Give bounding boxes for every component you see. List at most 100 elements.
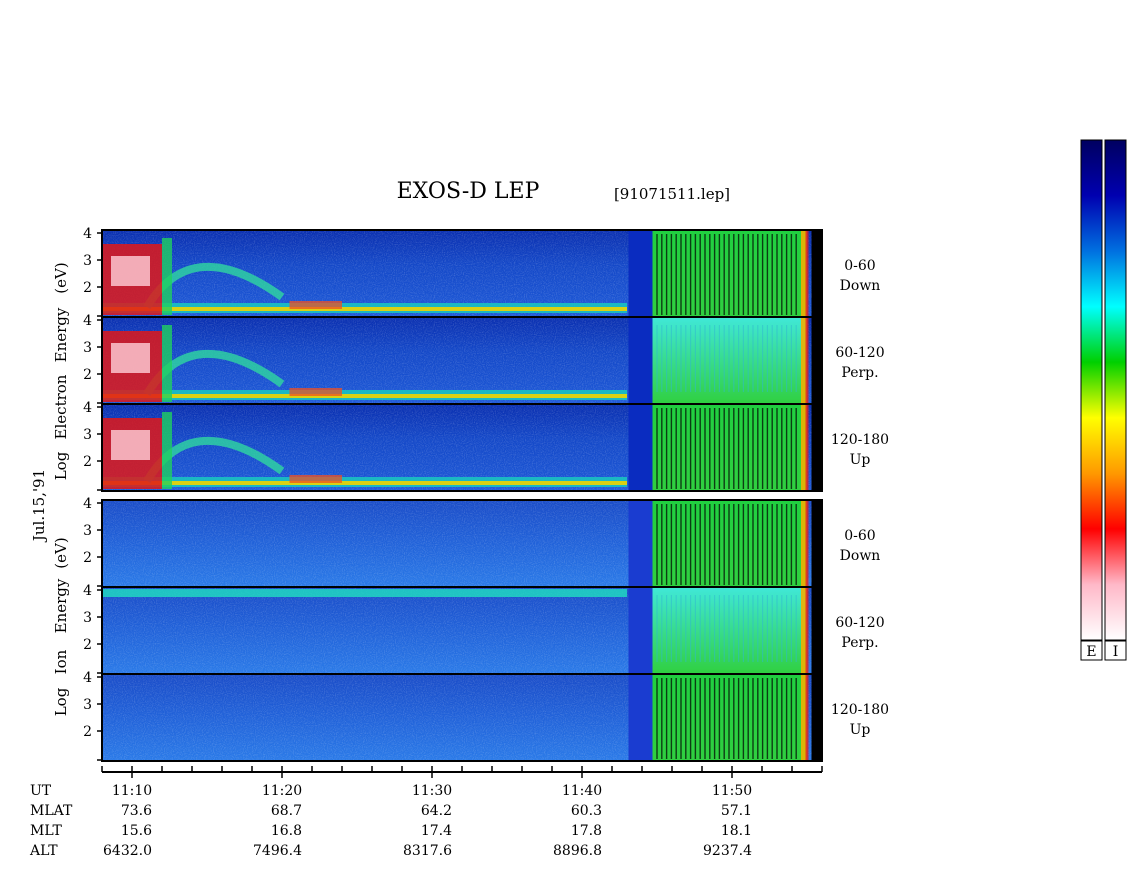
end-edge xyxy=(811,587,822,674)
chart-title: EXOS-D LEP xyxy=(397,179,540,204)
direction-label: Down xyxy=(840,548,881,564)
direction-label: Perp. xyxy=(841,635,878,651)
row-value-mlt: 16.8 xyxy=(271,823,302,839)
y-tick-label: 4 xyxy=(83,583,92,599)
burst-fringe xyxy=(162,238,172,315)
row-value-mlat: 57.1 xyxy=(721,803,752,819)
row-value-mlt: 15.6 xyxy=(121,823,152,839)
direction-label: Up xyxy=(850,452,871,468)
ion-label-log: Log xyxy=(52,687,70,716)
end-spike-core xyxy=(805,587,809,674)
direction-label: Down xyxy=(840,278,881,294)
row-value-mlat: 73.6 xyxy=(121,803,152,819)
electron-axis-label: Log Electron Energy (eV) xyxy=(52,262,70,480)
row-value-mlat: 64.2 xyxy=(421,803,452,819)
end-edge xyxy=(811,317,822,404)
electron-label-energy: Energy xyxy=(52,307,70,362)
colorbar-label: E xyxy=(1086,644,1096,660)
burst-peak xyxy=(111,256,150,286)
y-tick-label: 3 xyxy=(83,523,92,539)
electron-label-log: Log xyxy=(52,451,70,480)
end-edge xyxy=(811,674,822,761)
data-gap xyxy=(628,587,653,674)
y-tick-label: 4 xyxy=(83,226,92,242)
colorbar-0 xyxy=(1080,139,1103,641)
data-gap xyxy=(628,674,653,761)
burst-peak xyxy=(111,343,150,373)
orbit-parameter-rows: UT MLAT MLT ALT 11:10 73.6 15.6 6432.0 11:20 68.7… xyxy=(29,783,752,859)
panel-electron-0-60: 4 3 2 0-60 Down xyxy=(83,226,881,318)
ion-label-energy: Energy xyxy=(52,578,70,633)
burst-fringe xyxy=(162,412,172,489)
file-label: [91071511.lep] xyxy=(614,185,730,203)
row-value-ut: 11:20 xyxy=(262,783,302,799)
y-tick-label: 2 xyxy=(83,550,92,566)
burst-fringe xyxy=(162,325,172,402)
row-value-alt: 8896.8 xyxy=(553,843,602,859)
end-spike-core xyxy=(805,404,809,491)
data-gap xyxy=(628,317,653,404)
y-tick-label: 2 xyxy=(83,637,92,653)
spectrogram-panels: 4 3 2 0-60 Down 4 3 2 60-120 Perp. 4 3 2 120-180 Up 4 3 2… xyxy=(83,226,889,762)
direction-label: Perp. xyxy=(841,365,878,381)
lep-spectrogram-figure: EXOS-D LEP [91071511.lep] Jul.15,'91 Log… xyxy=(29,139,1127,859)
end-edge xyxy=(811,500,822,587)
end-edge xyxy=(811,404,822,491)
low-energy-core xyxy=(102,394,627,398)
row-value-ut: 11:10 xyxy=(112,783,152,799)
y-tick-label: 3 xyxy=(83,697,92,713)
panel-ion-0-60: 4 3 2 0-60 Down xyxy=(83,496,881,588)
channel-label: 120-180 xyxy=(831,432,889,448)
y-tick-label: 4 xyxy=(83,400,92,416)
colorbars: EI xyxy=(1080,139,1127,661)
electron-label-unit: (eV) xyxy=(52,262,70,293)
row-value-mlt: 18.1 xyxy=(721,823,752,839)
ion-axis-label: Log Ion Energy (eV) xyxy=(52,537,70,716)
row-value-alt: 6432.0 xyxy=(103,843,152,859)
end-spike-core xyxy=(805,500,809,587)
data-gap xyxy=(628,500,653,587)
low-energy-core xyxy=(102,307,627,311)
row-value-mlat: 68.7 xyxy=(271,803,302,819)
direction-label: Up xyxy=(850,722,871,738)
panel-ion-60-120: 4 3 2 60-120 Perp. xyxy=(83,583,885,675)
low-energy-core xyxy=(102,481,627,485)
y-tick-label: 3 xyxy=(83,340,92,356)
row-value-mlt: 17.4 xyxy=(421,823,452,839)
data-gap xyxy=(628,230,653,317)
end-edge xyxy=(811,230,822,317)
colorbar-1 xyxy=(1104,139,1127,641)
channel-label: 0-60 xyxy=(844,258,875,274)
y-tick-label: 2 xyxy=(83,724,92,740)
burst-peak xyxy=(111,430,150,460)
row-label-alt: ALT xyxy=(29,843,58,859)
data-gap xyxy=(628,404,653,491)
channel-label: 60-120 xyxy=(835,615,884,631)
burst-tail xyxy=(289,301,342,309)
row-value-ut: 11:30 xyxy=(412,783,452,799)
colorbar-label: I xyxy=(1113,644,1119,660)
row-value-mlat: 60.3 xyxy=(571,803,602,819)
row-value-alt: 8317.6 xyxy=(403,843,452,859)
row-value-ut: 11:50 xyxy=(712,783,752,799)
burst-tail xyxy=(289,475,342,483)
date-label: Jul.15,'91 xyxy=(30,469,48,543)
row-label-mlat: MLAT xyxy=(30,803,73,819)
channel-label: 120-180 xyxy=(831,702,889,718)
row-label-ut: UT xyxy=(30,783,52,799)
y-tick-label: 3 xyxy=(83,427,92,443)
y-tick-label: 2 xyxy=(83,280,92,296)
y-tick-label: 4 xyxy=(83,313,92,329)
high-energy-band xyxy=(102,589,627,597)
channel-label: 0-60 xyxy=(844,528,875,544)
y-tick-label: 2 xyxy=(83,454,92,470)
row-label-mlt: MLT xyxy=(30,823,62,839)
row-value-alt: 9237.4 xyxy=(703,843,752,859)
y-tick-label: 4 xyxy=(83,496,92,512)
ion-label-species: Ion xyxy=(52,649,70,674)
panel-electron-60-120: 4 3 2 60-120 Perp. xyxy=(83,313,885,405)
y-tick-label: 3 xyxy=(83,253,92,269)
panel-ion-120-180: 4 3 2 120-180 Up xyxy=(83,670,889,762)
ion-label-unit: (eV) xyxy=(52,537,70,568)
row-value-alt: 7496.4 xyxy=(253,843,302,859)
